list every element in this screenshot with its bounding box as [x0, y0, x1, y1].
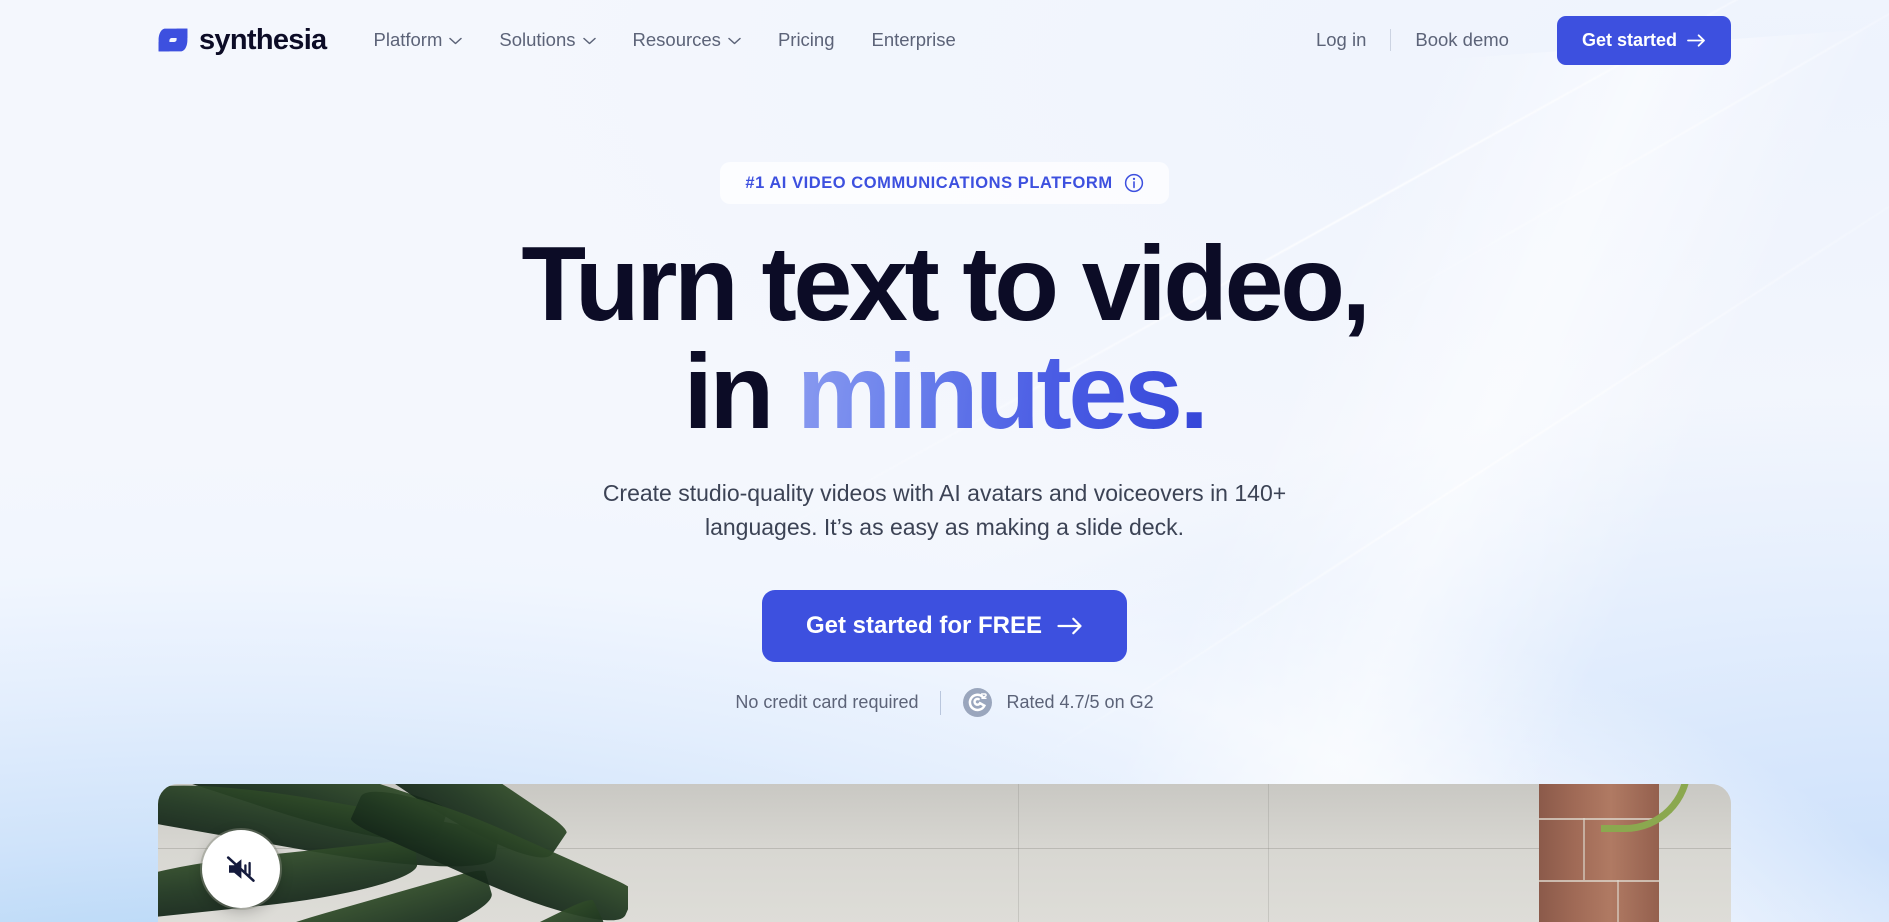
rating-text: Rated 4.7/5 on G2 — [1006, 692, 1154, 713]
proof-divider — [940, 690, 942, 715]
get-started-button[interactable]: Get started — [1556, 15, 1731, 65]
book-demo-link[interactable]: Book demo — [1391, 30, 1533, 50]
cta-label: Get started for FREE — [805, 612, 1043, 640]
nav-item-label: Enterprise — [871, 28, 956, 50]
nav-item-resources[interactable]: Resources — [632, 28, 741, 50]
brand-logo[interactable]: synthesia — [158, 24, 327, 57]
brick-mortar-line — [1617, 880, 1619, 922]
nav-item-label: Pricing — [777, 28, 835, 50]
nav-item-label: Platform — [373, 28, 443, 50]
chevron-down-icon — [728, 37, 741, 45]
synthesia-logo-icon — [158, 28, 188, 52]
brand-wordmark: synthesia — [199, 23, 327, 56]
headline-line-2-accent: minutes. — [796, 333, 1209, 452]
login-link[interactable]: Log in — [1292, 30, 1390, 50]
header-actions: Log in Book demo Get started — [1292, 15, 1731, 65]
hero-subheadline: Create studio-quality videos with AI ava… — [602, 480, 1287, 540]
page-root: synthesia Platform Solutions Resources P… — [0, 0, 1889, 922]
nav-item-solutions[interactable]: Solutions — [499, 28, 596, 50]
hero-cta-container: Get started for FREE — [0, 590, 1889, 663]
social-proof-row: No credit card required Rated 4.7/5 on G… — [0, 688, 1889, 718]
headline-line-1: Turn text to video, — [521, 225, 1371, 343]
brick-mortar-line — [1539, 880, 1659, 882]
wall-seam — [1018, 784, 1019, 922]
site-header: synthesia Platform Solutions Resources P… — [0, 0, 1889, 80]
status-badge[interactable]: #1 AI VIDEO COMMUNICATIONS PLATFORM — [720, 162, 1169, 204]
badge-label: #1 AI VIDEO COMMUNICATIONS PLATFORM — [745, 173, 1113, 192]
headline-line-2-plain: in — [683, 333, 797, 452]
mute-toggle-button[interactable] — [202, 830, 280, 908]
primary-navigation: Platform Solutions Resources Pricing Ent… — [373, 28, 956, 50]
wall-seam — [1268, 784, 1269, 922]
brick-mortar-line — [1583, 818, 1585, 880]
speaker-muted-icon — [226, 856, 255, 882]
g2-badge-icon — [963, 688, 993, 718]
no-credit-card-text: No credit card required — [735, 692, 919, 713]
arrow-right-icon — [1687, 33, 1705, 47]
get-started-free-button[interactable]: Get started for FREE — [761, 590, 1128, 663]
hero-video-player[interactable] — [158, 784, 1731, 922]
nav-item-label: Resources — [632, 28, 721, 50]
nav-item-enterprise[interactable]: Enterprise — [871, 28, 956, 50]
nav-item-platform[interactable]: Platform — [373, 28, 463, 50]
nav-item-label: Solutions — [499, 28, 576, 50]
hero-section: #1 AI VIDEO COMMUNICATIONS PLATFORM Turn… — [0, 80, 1889, 718]
arrow-right-icon — [1057, 618, 1082, 635]
page-title: Turn text to video, in minutes. — [0, 230, 1889, 446]
get-started-label: Get started — [1581, 29, 1677, 50]
nav-item-pricing[interactable]: Pricing — [777, 28, 835, 50]
video-frame — [158, 784, 1731, 922]
chevron-down-icon — [449, 37, 463, 45]
chevron-down-icon — [582, 37, 596, 45]
info-icon[interactable] — [1124, 173, 1144, 193]
